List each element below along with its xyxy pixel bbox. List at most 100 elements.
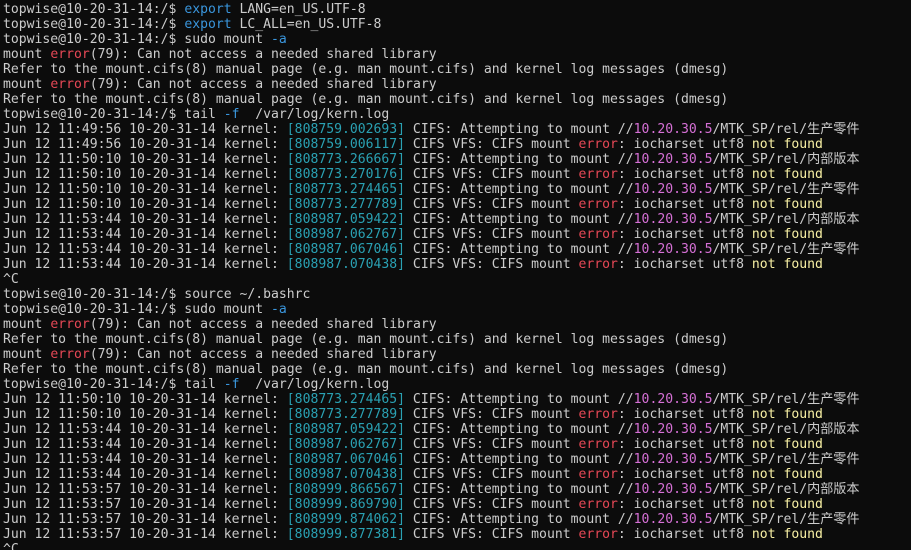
terminal-text-segment: CIFS VFS: CIFS mount: [405, 527, 579, 542]
terminal-text-segment: CIFS VFS: CIFS mount: [405, 257, 579, 272]
terminal-text-segment: /var/log/kern.log: [239, 107, 390, 122]
terminal-line-output: ^C: [3, 542, 911, 550]
terminal-text-segment: [808773.270176]: [286, 167, 406, 182]
terminal-text-segment: not found: [751, 167, 823, 182]
terminal-text-segment: [808773.277789]: [286, 197, 406, 212]
terminal-text-segment: LANG=en_US.UTF-8: [231, 2, 366, 17]
terminal-line-prompt: topwise@10-20-31-14:/$ sudo mount -a: [3, 302, 911, 317]
terminal-line-log: Jun 12 11:53:57 10-20-31-14 kernel: [808…: [3, 497, 911, 512]
terminal-text-segment: 10.20.30.5: [633, 482, 713, 497]
terminal-text-segment: 10.20.30.5: [633, 392, 713, 407]
terminal-text-segment: topwise@10-20-31-14:/$: [3, 17, 185, 32]
terminal-line-output: mount error(79): Can not access a needed…: [3, 317, 911, 332]
terminal-window[interactable]: topwise@10-20-31-14:/$ export LANG=en_US…: [0, 0, 911, 550]
terminal-text-segment: Jun 12 11:50:10 10-20-31-14 kernel:: [3, 197, 287, 212]
terminal-text-segment: error: [578, 227, 618, 242]
terminal-text-segment: not found: [751, 527, 823, 542]
terminal-text-segment: CIFS VFS: CIFS mount: [405, 407, 579, 422]
terminal-line-log: Jun 12 11:53:44 10-20-31-14 kernel: [808…: [3, 212, 911, 227]
terminal-text-segment: topwise@10-20-31-14:/$ source ~/.bashrc: [3, 287, 311, 302]
terminal-text-segment: [808759.006117]: [286, 137, 406, 152]
terminal-text-segment: : iocharset utf8: [617, 527, 752, 542]
terminal-line-prompt: topwise@10-20-31-14:/$ source ~/.bashrc: [3, 287, 911, 302]
terminal-text-segment: CIFS: Attempting to mount //: [405, 452, 634, 467]
terminal-text-segment: [808999.869790]: [286, 497, 406, 512]
terminal-text-segment: -a: [271, 32, 287, 47]
terminal-text-segment: [808773.274465]: [286, 182, 406, 197]
terminal-text-segment: not found: [751, 407, 823, 422]
terminal-text-segment: : iocharset utf8: [617, 227, 752, 242]
terminal-text-segment: /MTK_SP/rel/生产零件: [712, 392, 860, 407]
terminal-text-segment: topwise@10-20-31-14:/$: [3, 2, 185, 17]
terminal-text-segment: : iocharset utf8: [617, 257, 752, 272]
terminal-text-segment: CIFS VFS: CIFS mount: [405, 437, 579, 452]
terminal-text-segment: [808773.274465]: [286, 392, 406, 407]
terminal-line-output: Refer to the mount.cifs(8) manual page (…: [3, 92, 911, 107]
terminal-text-segment: CIFS: Attempting to mount //: [405, 212, 634, 227]
terminal-text-segment: [808999.866567]: [286, 482, 406, 497]
terminal-text-segment: [808987.067046]: [286, 242, 406, 257]
terminal-text-segment: 10.20.30.5: [633, 512, 713, 527]
terminal-line-log: Jun 12 11:53:57 10-20-31-14 kernel: [808…: [3, 527, 911, 542]
terminal-text-segment: error: [578, 407, 618, 422]
terminal-text-segment: (79): Can not access a needed shared lib…: [89, 347, 437, 362]
terminal-text-segment: error: [50, 317, 90, 332]
terminal-text-segment: [808987.062767]: [286, 227, 406, 242]
terminal-line-output: Refer to the mount.cifs(8) manual page (…: [3, 62, 911, 77]
terminal-text-segment: Jun 12 11:53:44 10-20-31-14 kernel:: [3, 452, 287, 467]
terminal-text-segment: [808999.874062]: [286, 512, 406, 527]
terminal-text-segment: : iocharset utf8: [617, 437, 752, 452]
terminal-text-segment: CIFS: Attempting to mount //: [405, 122, 634, 137]
terminal-text-segment: not found: [751, 257, 823, 272]
terminal-line-log: Jun 12 11:50:10 10-20-31-14 kernel: [808…: [3, 392, 911, 407]
terminal-text-segment: Jun 12 11:53:57 10-20-31-14 kernel:: [3, 527, 287, 542]
terminal-text-segment: Jun 12 11:53:57 10-20-31-14 kernel:: [3, 512, 287, 527]
terminal-text-segment: : iocharset utf8: [617, 197, 752, 212]
terminal-text-segment: Jun 12 11:53:44 10-20-31-14 kernel:: [3, 212, 287, 227]
terminal-line-prompt: topwise@10-20-31-14:/$ tail -f /var/log/…: [3, 107, 911, 122]
terminal-line-output: Refer to the mount.cifs(8) manual page (…: [3, 362, 911, 377]
terminal-text-segment: export: [184, 2, 232, 17]
terminal-text-segment: [808987.059422]: [286, 422, 406, 437]
terminal-text-segment: Jun 12 11:53:44 10-20-31-14 kernel:: [3, 257, 287, 272]
terminal-text-segment: LC_ALL=en_US.UTF-8: [231, 17, 382, 32]
terminal-text-segment: [808987.067046]: [286, 452, 406, 467]
terminal-text-segment: Refer to the mount.cifs(8) manual page (…: [3, 92, 729, 107]
terminal-text-segment: /MTK_SP/rel/生产零件: [712, 242, 860, 257]
terminal-text-segment: (79): Can not access a needed shared lib…: [89, 77, 437, 92]
terminal-text-segment: CIFS: Attempting to mount //: [405, 422, 634, 437]
terminal-line-log: Jun 12 11:53:44 10-20-31-14 kernel: [808…: [3, 422, 911, 437]
terminal-line-log: Jun 12 11:53:44 10-20-31-14 kernel: [808…: [3, 467, 911, 482]
terminal-text-segment: : iocharset utf8: [617, 407, 752, 422]
terminal-line-log: Jun 12 11:53:44 10-20-31-14 kernel: [808…: [3, 227, 911, 242]
terminal-line-output: ^C: [3, 272, 911, 287]
terminal-text-segment: /MTK_SP/rel/内部版本: [712, 422, 860, 437]
terminal-text-segment: CIFS: Attempting to mount //: [405, 152, 634, 167]
terminal-text-segment: /MTK_SP/rel/生产零件: [712, 182, 860, 197]
terminal-text-segment: Jun 12 11:50:10 10-20-31-14 kernel:: [3, 392, 287, 407]
terminal-line-prompt: topwise@10-20-31-14:/$ sudo mount -a: [3, 32, 911, 47]
terminal-text-segment: -f: [223, 377, 240, 392]
terminal-text-segment: error: [578, 467, 618, 482]
terminal-text-segment: 10.20.30.5: [633, 182, 713, 197]
terminal-text-segment: Jun 12 11:53:44 10-20-31-14 kernel:: [3, 437, 287, 452]
terminal-text-segment: CIFS: Attempting to mount //: [405, 482, 634, 497]
terminal-text-segment: 10.20.30.5: [633, 452, 713, 467]
terminal-text-segment: topwise@10-20-31-14:/$ tail: [3, 107, 224, 122]
terminal-text-segment: -f: [223, 107, 240, 122]
terminal-text-segment: -a: [271, 302, 287, 317]
terminal-text-segment: Jun 12 11:53:44 10-20-31-14 kernel:: [3, 422, 287, 437]
terminal-text-segment: not found: [751, 467, 823, 482]
terminal-text-segment: 10.20.30.5: [633, 242, 713, 257]
terminal-line-log: Jun 12 11:50:10 10-20-31-14 kernel: [808…: [3, 167, 911, 182]
terminal-text-segment: topwise@10-20-31-14:/$ tail: [3, 377, 224, 392]
terminal-text-segment: not found: [751, 437, 823, 452]
terminal-text-segment: error: [50, 347, 90, 362]
terminal-line-log: Jun 12 11:49:56 10-20-31-14 kernel: [808…: [3, 122, 911, 137]
terminal-text-segment: Jun 12 11:53:44 10-20-31-14 kernel:: [3, 467, 287, 482]
terminal-text-segment: not found: [751, 497, 823, 512]
terminal-text-segment: error: [578, 197, 618, 212]
terminal-text-segment: topwise@10-20-31-14:/$ sudo mount: [3, 32, 272, 47]
terminal-text-segment: mount: [3, 47, 51, 62]
terminal-text-segment: 10.20.30.5: [633, 422, 713, 437]
